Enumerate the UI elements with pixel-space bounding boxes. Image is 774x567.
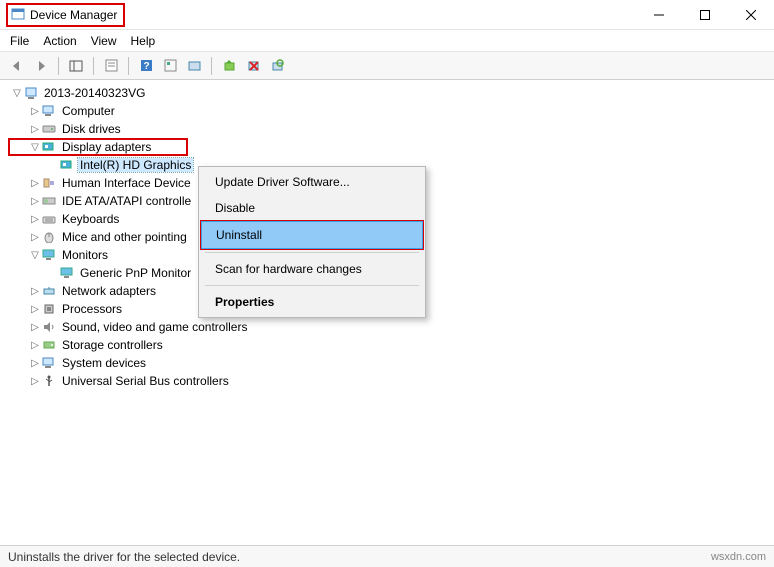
svg-text:?: ? xyxy=(143,61,149,72)
tree-item-sound[interactable]: ▷ Sound, video and game controllers xyxy=(10,318,774,336)
tree-label: IDE ATA/ATAPI controlle xyxy=(60,194,193,208)
tree-label: Keyboards xyxy=(60,212,121,226)
tree-label: Storage controllers xyxy=(60,338,165,352)
twisty-icon[interactable]: ▷ xyxy=(28,232,42,243)
tree-label: Sound, video and game controllers xyxy=(60,320,249,334)
ctx-disable[interactable]: Disable xyxy=(201,195,423,221)
tree-item-disk-drives[interactable]: ▷ Disk drives xyxy=(10,120,774,138)
ide-icon xyxy=(42,195,60,207)
app-icon xyxy=(10,7,26,23)
minimize-button[interactable] xyxy=(636,0,682,30)
tree-label: Monitors xyxy=(60,248,110,262)
forward-button[interactable] xyxy=(30,55,52,77)
menu-file[interactable]: File xyxy=(10,34,29,48)
ctx-separator xyxy=(205,285,419,286)
maximize-button[interactable] xyxy=(682,0,728,30)
ctx-update-driver[interactable]: Update Driver Software... xyxy=(201,169,423,195)
tree-item-storage[interactable]: ▷ Storage controllers xyxy=(10,336,774,354)
twisty-icon[interactable]: ▷ xyxy=(28,178,42,189)
computer-icon xyxy=(24,86,42,100)
toolbar-btn-6[interactable] xyxy=(183,55,205,77)
system-icon xyxy=(42,357,60,369)
display-adapter-icon xyxy=(42,141,60,153)
twisty-icon[interactable]: ▷ xyxy=(28,214,42,225)
tree-root[interactable]: ▽ 2013-20140323VG xyxy=(10,84,774,102)
title-highlight: Device Manager xyxy=(6,3,125,27)
window-title: Device Manager xyxy=(30,8,117,22)
show-hide-tree-button[interactable] xyxy=(65,55,87,77)
tree-label: 2013-20140323VG xyxy=(42,86,147,100)
twisty-icon[interactable]: ▷ xyxy=(28,196,42,207)
tree-item-display-adapters[interactable]: ▽ Display adapters xyxy=(8,138,188,156)
tree-item-usb[interactable]: ▷ Universal Serial Bus controllers xyxy=(10,372,774,390)
menu-action[interactable]: Action xyxy=(43,34,76,48)
tree-item-computer[interactable]: ▷ Computer xyxy=(10,102,774,120)
menu-view[interactable]: View xyxy=(91,34,117,48)
ctx-scan-hardware[interactable]: Scan for hardware changes xyxy=(201,256,423,282)
toolbar: ? xyxy=(0,52,774,80)
disk-icon xyxy=(42,123,60,135)
twisty-icon[interactable]: ▷ xyxy=(28,322,42,333)
help-button[interactable]: ? xyxy=(135,55,157,77)
context-menu: Update Driver Software... Disable Uninst… xyxy=(198,166,426,318)
tree-label: Universal Serial Bus controllers xyxy=(60,374,231,388)
tree-label: Human Interface Device xyxy=(60,176,193,190)
statusbar: Uninstalls the driver for the selected d… xyxy=(0,545,774,567)
twisty-icon[interactable]: ▷ xyxy=(28,106,42,117)
tree-label: Processors xyxy=(60,302,124,316)
back-button[interactable] xyxy=(6,55,28,77)
toolbar-btn-5[interactable] xyxy=(159,55,181,77)
twisty-icon[interactable]: ▽ xyxy=(28,142,42,153)
scan-hardware-button[interactable] xyxy=(266,55,288,77)
tree-label: Network adapters xyxy=(60,284,158,298)
ctx-properties[interactable]: Properties xyxy=(201,289,423,315)
storage-icon xyxy=(42,339,60,351)
twisty-icon[interactable]: ▷ xyxy=(28,340,42,351)
twisty-icon[interactable]: ▷ xyxy=(28,286,42,297)
tree-label: Display adapters xyxy=(60,140,153,154)
twisty-icon[interactable]: ▽ xyxy=(10,88,24,99)
twisty-icon[interactable]: ▷ xyxy=(28,376,42,387)
properties-button[interactable] xyxy=(100,55,122,77)
monitor-icon xyxy=(60,267,78,279)
twisty-icon[interactable]: ▽ xyxy=(28,250,42,261)
tree-label: Generic PnP Monitor xyxy=(78,266,193,280)
processor-icon xyxy=(42,303,60,315)
twisty-icon[interactable]: ▷ xyxy=(28,124,42,135)
hid-icon xyxy=(42,177,60,189)
mouse-icon xyxy=(42,231,60,243)
network-icon xyxy=(42,285,60,297)
usb-icon xyxy=(42,375,60,387)
uninstall-button[interactable] xyxy=(242,55,264,77)
tree-label: System devices xyxy=(60,356,148,370)
twisty-icon[interactable]: ▷ xyxy=(28,304,42,315)
tree-label: Disk drives xyxy=(60,122,123,136)
tree-label: Intel(R) HD Graphics xyxy=(78,158,193,172)
close-button[interactable] xyxy=(728,0,774,30)
computer-icon xyxy=(42,105,60,117)
keyboard-icon xyxy=(42,213,60,225)
ctx-separator xyxy=(205,252,419,253)
window-controls xyxy=(636,0,774,30)
tree-label: Mice and other pointing xyxy=(60,230,189,244)
ctx-uninstall[interactable]: Uninstall xyxy=(202,222,422,248)
status-text: Uninstalls the driver for the selected d… xyxy=(8,550,240,564)
update-driver-button[interactable] xyxy=(218,55,240,77)
tree-label: Computer xyxy=(60,104,117,118)
monitor-icon xyxy=(42,249,60,261)
twisty-icon[interactable]: ▷ xyxy=(28,358,42,369)
sound-icon xyxy=(42,321,60,333)
menu-help[interactable]: Help xyxy=(131,34,156,48)
display-adapter-icon xyxy=(60,159,78,171)
tree-item-system-devices[interactable]: ▷ System devices xyxy=(10,354,774,372)
menubar: File Action View Help xyxy=(0,30,774,52)
watermark: wsxdn.com xyxy=(711,551,766,563)
titlebar: Device Manager xyxy=(0,0,774,30)
